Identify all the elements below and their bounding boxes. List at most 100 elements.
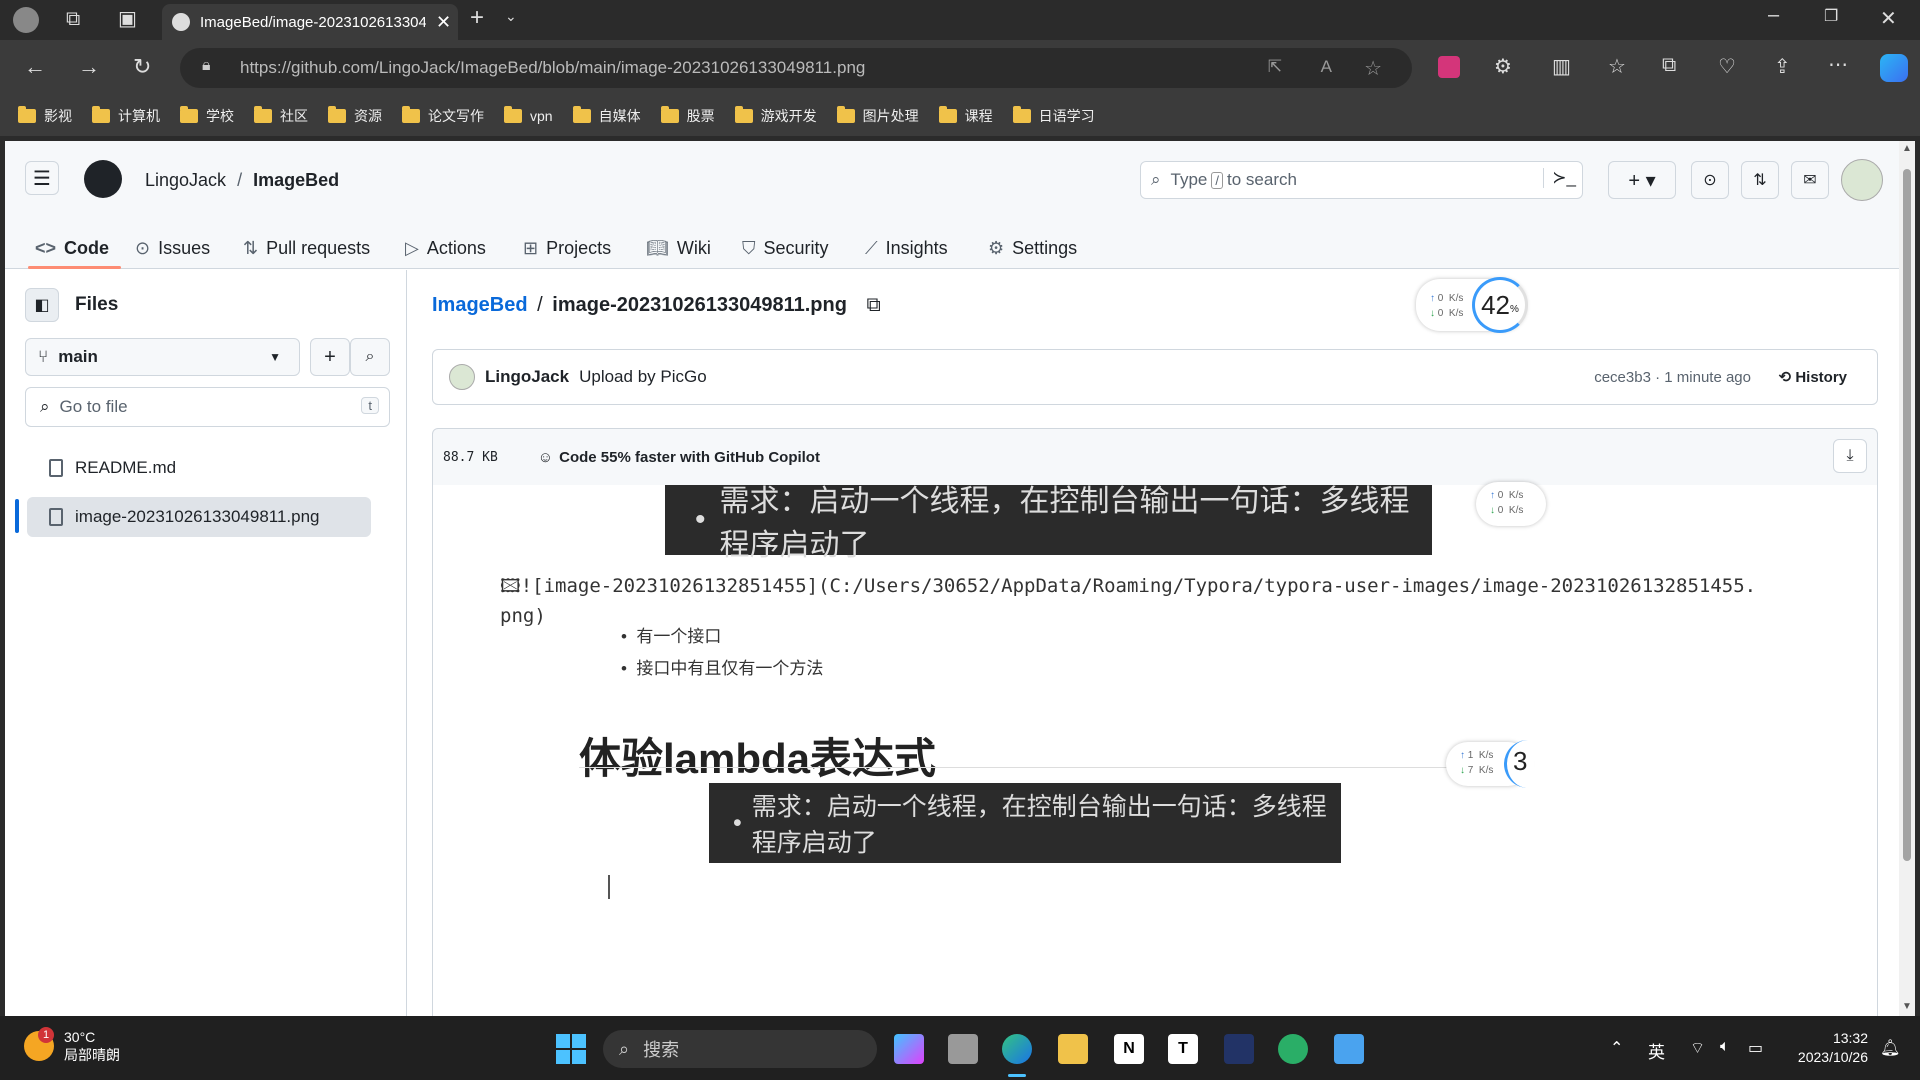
image-editor-icon[interactable] [1334, 1034, 1364, 1064]
maximize-icon[interactable]: ❐ [1824, 6, 1838, 26]
share-icon[interactable]: ⇪ [1774, 54, 1791, 79]
tab-security[interactable]: ⛉ Security [742, 227, 829, 269]
commit-message[interactable]: Upload by PicGo [579, 367, 707, 387]
repo-link[interactable]: ImageBed [432, 294, 528, 316]
repo-name-link[interactable]: ImageBed [253, 170, 339, 190]
hamburger-menu-button[interactable]: ☰ [25, 161, 59, 195]
copy-path-icon[interactable]: ⧉ [867, 294, 881, 316]
inbox-button[interactable]: ✉ [1791, 161, 1829, 199]
branch-selector[interactable]: ⑂ main ▼ [25, 338, 300, 376]
bookmark-folder[interactable]: 自媒体 [572, 106, 641, 126]
page-scrollbar[interactable]: ▲ ▼ [1899, 141, 1915, 1016]
edge-browser-icon[interactable] [1002, 1034, 1032, 1064]
bookmark-folder[interactable]: 论文写作 [402, 106, 484, 126]
wechat-icon[interactable] [1278, 1034, 1308, 1064]
pull-requests-button[interactable]: ⇅ [1741, 161, 1779, 199]
wifi-icon[interactable]: ⌔ [1690, 1038, 1705, 1058]
download-button[interactable]: ⤓ [1833, 439, 1867, 473]
bookmark-folder[interactable]: 游戏开发 [734, 106, 817, 126]
bookmark-folder[interactable]: 课程 [938, 106, 993, 126]
refresh-icon[interactable]: ↻ [133, 54, 151, 80]
file-item-image[interactable]: image-20231026133049811.png [27, 497, 371, 537]
network-speed-widget[interactable]: ↑ 0 K/s ↓ 0 K/s 42% [1416, 277, 1528, 333]
performance-icon[interactable]: ♡ [1718, 54, 1736, 79]
tray-overflow-icon[interactable]: ⌃ [1610, 1038, 1623, 1058]
bookmark-folder[interactable]: 股票 [660, 106, 715, 126]
scrollbar-thumb[interactable] [1903, 169, 1911, 861]
command-palette-icon[interactable]: ≻_ [1543, 168, 1576, 188]
task-view-icon[interactable] [948, 1034, 978, 1064]
battery-icon[interactable]: ▭ [1748, 1038, 1763, 1058]
avatar[interactable] [1841, 159, 1883, 201]
commit-author[interactable]: LingoJack [485, 367, 569, 387]
repo-owner-link[interactable]: LingoJack [145, 170, 226, 190]
tab-issues[interactable]: ⊙ Issues [135, 227, 210, 269]
start-button[interactable] [556, 1034, 586, 1064]
commit-meta[interactable]: cece3b3 · 1 minute ago [1594, 369, 1751, 386]
copilot-promo-link[interactable]: Code 55% faster with GitHub Copilot [559, 449, 820, 466]
url-field[interactable]: 🔒︎ https://github.com/LingoJack/ImageBed… [180, 48, 1412, 88]
clock[interactable]: 13:32 2023/10/26 [1784, 1029, 1868, 1067]
notifications-bell-icon[interactable]: 🔔︎ [1880, 1038, 1900, 1058]
history-button[interactable]: ⟲ History [1779, 368, 1847, 386]
file-explorer-icon[interactable] [1058, 1034, 1088, 1064]
back-icon[interactable]: ← [24, 54, 46, 80]
bookmark-folder[interactable]: 日语学习 [1012, 106, 1095, 126]
tab-actions[interactable]: ▷ Actions [405, 227, 486, 269]
github-logo-icon[interactable] [84, 160, 122, 198]
bookmark-folder[interactable]: vpn [504, 106, 553, 124]
tab-list-chevron-icon[interactable]: ⌄ [505, 8, 517, 25]
game-app-icon[interactable] [1224, 1034, 1254, 1064]
copilot-icon[interactable] [1880, 54, 1908, 82]
workspaces-icon[interactable]: ⧉ [66, 8, 80, 31]
scroll-down-icon[interactable]: ▼ [1902, 1001, 1912, 1012]
avatar[interactable] [449, 364, 475, 390]
bookmark-folder[interactable]: 影视 [18, 106, 72, 126]
more-menu-icon[interactable]: ⋯ [1828, 52, 1848, 77]
create-new-button[interactable]: + ▾ [1608, 161, 1676, 199]
bookmark-folder[interactable]: 社区 [254, 106, 308, 126]
profile-icon[interactable] [13, 7, 39, 33]
bookmark-folder[interactable]: 资源 [328, 106, 382, 126]
search-files-button[interactable]: ⌕ [350, 338, 390, 376]
forward-icon[interactable]: → [78, 54, 100, 80]
tab-actions-icon[interactable]: ▣ [118, 6, 137, 31]
weather-widget[interactable]: 1 30°C 局部晴朗 [24, 1027, 120, 1064]
tab-pull-requests[interactable]: ⇅ Pull requests [243, 227, 370, 269]
tab-close-icon[interactable]: ✕ [436, 12, 451, 33]
input-language[interactable]: 英 [1648, 1038, 1665, 1063]
collections-icon[interactable]: ⧉ [1662, 54, 1676, 77]
search-input[interactable]: ⌕ Type / to search ≻_ [1140, 161, 1583, 199]
go-to-file-input[interactable]: ⌕ Go to file t [25, 387, 390, 427]
tab-wiki[interactable]: 📖︎ Wiki [646, 227, 711, 269]
extensions-icon[interactable]: ⚙ [1494, 54, 1512, 79]
bookmark-folder[interactable]: 计算机 [92, 106, 160, 126]
minimize-icon[interactable]: – [1768, 4, 1779, 27]
bookmark-folder[interactable]: 学校 [180, 106, 234, 126]
close-window-icon[interactable]: ✕ [1880, 6, 1897, 31]
issues-button[interactable]: ⊙ [1691, 161, 1729, 199]
read-aloud-icon[interactable]: A [1321, 57, 1332, 77]
taskbar-search-box[interactable]: ⌕ 搜索 [603, 1030, 877, 1068]
open-app-icon[interactable]: ⇱ [1268, 57, 1282, 77]
network-speed-widget-3[interactable]: ↑ 1 K/s ↓ 7 K/s 3 [1446, 740, 1534, 788]
collapse-sidebar-button[interactable]: ◧ [25, 288, 59, 322]
tab-insights[interactable]: ⟋ Insights [865, 227, 948, 269]
new-tab-icon[interactable]: + [470, 4, 484, 32]
favorite-star-icon[interactable]: ☆ [1364, 56, 1382, 81]
favorites-icon[interactable]: ☆ [1608, 54, 1626, 79]
browser-tab[interactable]: ImageBed/image-20231026133049811.png ✕ [162, 4, 458, 40]
scroll-up-icon[interactable]: ▲ [1902, 143, 1912, 154]
copilot-preview-app-icon[interactable] [894, 1034, 924, 1064]
translate-extension-icon[interactable] [1438, 56, 1460, 78]
split-screen-icon[interactable]: ▥ [1552, 54, 1571, 79]
volume-icon[interactable]: 🔈︎ [1720, 1038, 1730, 1056]
typora-icon[interactable]: T [1168, 1034, 1198, 1064]
network-speed-widget-2[interactable]: ↑ 0 K/s ↓ 0 K/s [1476, 482, 1546, 526]
tab-settings[interactable]: ⚙ Settings [988, 227, 1077, 269]
tab-projects[interactable]: ⊞ Projects [523, 227, 611, 269]
tab-code[interactable]: <> Code [35, 227, 109, 269]
bookmark-folder[interactable]: 图片处理 [836, 106, 919, 126]
add-file-button[interactable]: + [310, 338, 350, 376]
notion-icon[interactable]: N [1114, 1034, 1144, 1064]
